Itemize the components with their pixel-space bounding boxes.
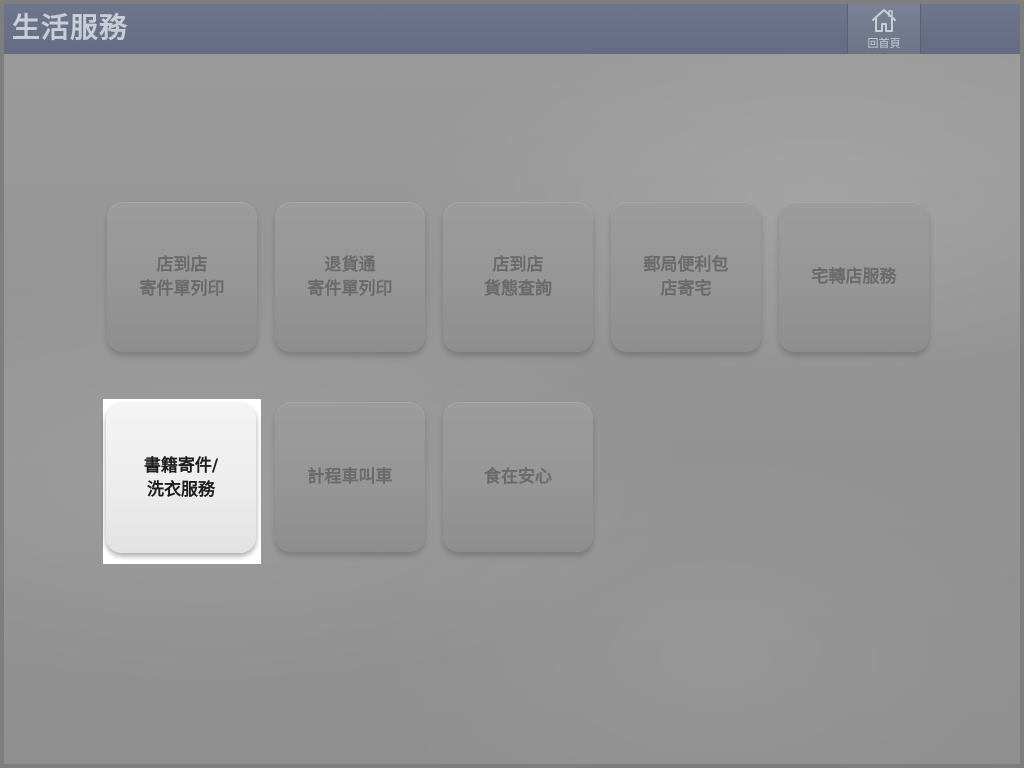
home-label: 回首頁 [867,37,901,50]
tile-label: 店到店 貨態查詢 [484,255,552,299]
tile-label: 宅轉店服務 [811,267,897,287]
tile-label: 書籍寄件/ 洗衣服務 [143,456,219,500]
page-title: 生活服務 [12,11,129,44]
tile-label: 食在安心 [484,467,552,487]
tile-store-to-store-tracking[interactable]: 店到店 貨態查詢 [443,202,593,352]
tile-label: 退貨通 寄件單列印 [307,255,393,299]
tile-label: 店到店 寄件單列印 [139,255,225,299]
tile-post-package[interactable]: 郵局便利包 店寄宅 [611,202,761,352]
home-icon [872,9,896,32]
tile-store-to-store-print[interactable]: 店到店 寄件單列印 [107,202,257,352]
tile-return-print[interactable]: 退貨通 寄件單列印 [275,202,425,352]
tile-label: 郵局便利包 店寄宅 [643,255,729,299]
tile-label: 計程車叫車 [307,467,393,487]
tile-taxi[interactable]: 計程車叫車 [275,402,425,552]
tile-home-to-store[interactable]: 宅轉店服務 [779,202,929,352]
header-bar: 生活服務 回首頁 [4,4,1020,55]
tile-book-laundry[interactable]: 書籍寄件/ 洗衣服務 [106,403,256,553]
home-button[interactable]: 回首頁 [847,4,921,54]
tile-food-safety[interactable]: 食在安心 [443,402,593,552]
app-window: 生活服務 回首頁 店到店 寄件單列印 退貨通 寄件單列印 店到店 貨態查詢 郵局… [0,0,1024,768]
tile-book-laundry-selected[interactable]: 書籍寄件/ 洗衣服務 [103,399,261,564]
service-grid: 店到店 寄件單列印 退貨通 寄件單列印 店到店 貨態查詢 郵局便利包 店寄宅 宅… [4,54,1020,764]
